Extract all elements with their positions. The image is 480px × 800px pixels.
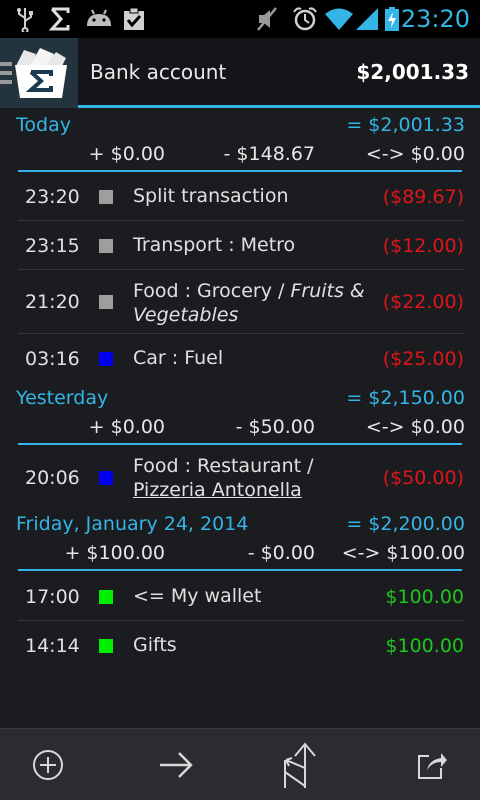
- transaction-amount: ($12.00): [382, 235, 464, 257]
- transaction-amount: $100.00: [385, 586, 464, 608]
- status-time: 23:20: [400, 5, 470, 33]
- mute-icon: [257, 7, 277, 31]
- app-logo-icon: [15, 48, 67, 98]
- account-name[interactable]: Bank account: [90, 60, 226, 84]
- transaction-row[interactable]: 23:20 Split transaction ($89.67): [18, 172, 464, 221]
- transfer-icon: [160, 752, 193, 778]
- transaction-label: <= My wallet: [133, 585, 262, 607]
- transaction-time: 03:16: [25, 348, 80, 370]
- category-color-square: [99, 590, 113, 604]
- category-color-square: [99, 471, 113, 485]
- category-color-square: [99, 639, 113, 653]
- category-color-square: [99, 295, 113, 309]
- transaction-time: 14:14: [25, 635, 80, 657]
- day-title: Yesterday: [16, 387, 109, 409]
- day-total: = $2,150.00: [346, 387, 465, 409]
- transaction-time: 23:15: [25, 235, 80, 257]
- android-icon: [87, 9, 111, 26]
- action-bar: Bank account $2,001.33: [0, 38, 480, 108]
- day-income: + $100.00: [64, 542, 165, 564]
- wifi-icon: [325, 8, 353, 30]
- transaction-category: Food : Grocery /: [133, 280, 291, 302]
- transaction-row[interactable]: 03:16 Car : Fuel ($25.00): [18, 334, 464, 382]
- transaction-time: 20:06: [25, 467, 80, 489]
- day-title: Today: [16, 114, 71, 136]
- checkbox-icon: [124, 7, 144, 30]
- transaction-list[interactable]: Today = $2,001.33 + $0.00 - $148.67 <-> …: [0, 108, 480, 728]
- usb-icon: [17, 8, 33, 32]
- transaction-amount: ($50.00): [382, 467, 464, 489]
- day-total: = $2,200.00: [346, 513, 465, 535]
- transaction-row[interactable]: 17:00 <= My wallet $100.00: [18, 572, 464, 621]
- transaction-row[interactable]: 14:14 Gifts $100.00: [18, 621, 464, 670]
- transaction-time: 21:20: [25, 291, 80, 313]
- transaction-time: 17:00: [25, 586, 80, 608]
- transaction-row[interactable]: 21:20 Food : Grocery / Fruits & Vegetabl…: [18, 270, 464, 334]
- day-transfer: <-> $100.00: [341, 542, 465, 564]
- add-transfer-button[interactable]: [146, 739, 206, 791]
- day-income: + $0.00: [88, 143, 165, 165]
- category-color-square: [99, 190, 113, 204]
- split-transaction-button[interactable]: [270, 739, 330, 791]
- account-balance: $2,001.33: [356, 60, 469, 84]
- day-expense: - $148.67: [223, 143, 315, 165]
- transaction-row[interactable]: 23:15 Transport : Metro ($12.00): [18, 221, 464, 270]
- day-divider: [18, 569, 462, 571]
- transaction-label: Transport : Metro: [133, 234, 296, 256]
- add-icon: [33, 750, 63, 780]
- day-income: + $0.00: [88, 416, 165, 438]
- day-transfer: <-> $0.00: [365, 143, 465, 165]
- share-button[interactable]: [402, 739, 462, 791]
- transaction-amount: ($89.67): [382, 186, 464, 208]
- status-bar: 23:20: [0, 0, 480, 38]
- split-icon: [284, 742, 316, 788]
- alarm-icon: [293, 7, 317, 31]
- transaction-label: Car : Fuel: [133, 347, 224, 369]
- transaction-label: Food : Grocery / Fruits & Vegetables: [133, 279, 373, 327]
- transaction-payee[interactable]: Pizzeria Antonella: [133, 478, 373, 502]
- category-color-square: [99, 239, 113, 253]
- transaction-amount: ($25.00): [382, 348, 464, 370]
- app-home-button[interactable]: [0, 38, 78, 108]
- day-expense: - $50.00: [235, 416, 315, 438]
- category-color-square: [99, 352, 113, 366]
- battery-charging-icon: [385, 7, 399, 31]
- export-icon: [418, 753, 447, 779]
- add-transaction-button[interactable]: [18, 739, 78, 791]
- sigma-icon: [48, 7, 70, 31]
- transaction-amount: $100.00: [385, 635, 464, 657]
- transaction-category: Food : Restaurant /: [133, 455, 314, 477]
- signal-icon: [356, 8, 378, 30]
- transaction-label: Split transaction: [133, 185, 289, 207]
- day-expense: - $0.00: [247, 542, 315, 564]
- transaction-label: Gifts: [133, 634, 177, 656]
- day-transfer: <-> $0.00: [365, 416, 465, 438]
- transaction-label: Food : Restaurant / Pizzeria Antonella: [133, 454, 373, 502]
- day-total: = $2,001.33: [346, 114, 465, 136]
- bottom-action-bar: [0, 728, 480, 800]
- transaction-amount: ($22.00): [382, 291, 464, 313]
- day-title: Friday, January 24, 2014: [16, 513, 249, 535]
- transaction-time: 23:20: [25, 186, 80, 208]
- transaction-row[interactable]: 20:06 Food : Restaurant / Pizzeria Anton…: [18, 445, 464, 509]
